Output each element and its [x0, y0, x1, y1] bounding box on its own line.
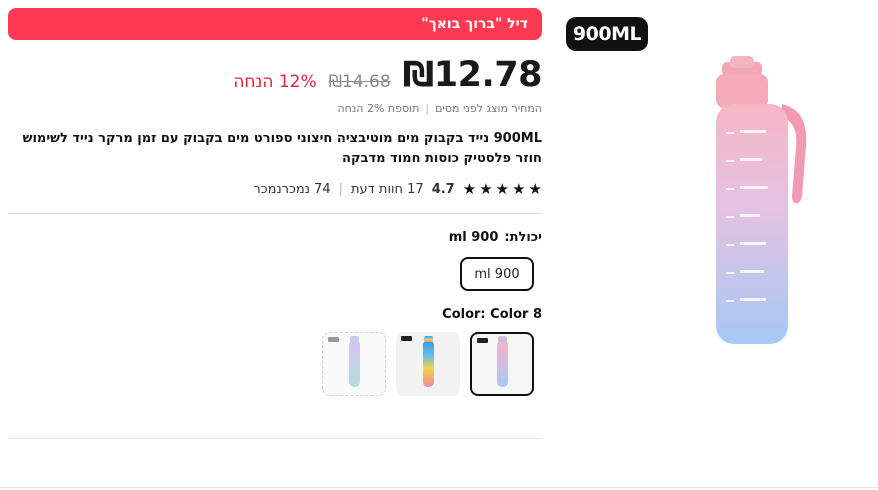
capacity-label: יכולת: 900 ml [8, 230, 542, 245]
sold-count: 74 נמכרנמכר [253, 181, 331, 197]
star-icon: ★ [495, 180, 510, 198]
swatch-tag [328, 337, 339, 342]
star-icon: ★ [512, 180, 526, 198]
swatch-tag [401, 336, 412, 341]
capacity-option-900ml[interactable]: 900 ml [460, 257, 534, 291]
deal-banner[interactable]: דיל "ברוך בואך" [8, 8, 542, 40]
color-label: Color: Color 8 [442, 307, 542, 322]
capacity-badge: 900ML [566, 17, 648, 51]
tax-note-separator: | [425, 102, 430, 115]
price-row: ₪12.78 ₪14.68 12% הנחה [8, 56, 542, 94]
swatch-bottle-image [422, 336, 434, 387]
rating-value: 4.7 [431, 181, 455, 197]
product-info-panel: דיל "ברוך בואך" ₪12.78 ₪14.68 12% הנחה ה… [8, 8, 543, 396]
swatch-bottle-image [496, 336, 508, 387]
product-title: 900ML נייד בקבוק מים מוטיבציה חיצוני ספו… [22, 131, 542, 166]
color-swatch-color-1[interactable] [322, 332, 386, 396]
swatch-bottle-image [348, 336, 360, 387]
color-swatch-color-2[interactable] [396, 332, 460, 396]
capacity-selected-value: 900 ml [448, 230, 499, 245]
divider [8, 213, 542, 214]
star-icon: ★ [528, 180, 542, 198]
color-swatch-color-8[interactable] [470, 332, 534, 396]
discount-percent: 12% הנחה [233, 72, 317, 92]
capacity-option-label: 900 ml [474, 266, 520, 282]
capacity-label-text: יכולת: [504, 230, 542, 245]
star-rating: ★ ★ ★ ★ ★ [463, 181, 542, 197]
current-price: ₪12.78 [402, 55, 543, 95]
original-price: ₪14.68 [328, 72, 391, 92]
swatch-tag [477, 338, 488, 343]
tax-note: המחיר מוצג לפני מסים | תוספת 2% הנחה [8, 102, 543, 115]
rating-row[interactable]: ★ ★ ★ ★ ★ 4.7 17 חוות דעת | 74 נמכרנמכר [8, 181, 542, 197]
divider [8, 438, 542, 439]
capacity-options: 900 ml [8, 257, 542, 291]
rating-separator: | [338, 181, 343, 197]
review-count[interactable]: 17 חוות דעת [351, 182, 424, 197]
divider [0, 487, 878, 488]
water-bottle-image [716, 56, 807, 344]
product-image-area[interactable]: 900ML [566, 16, 866, 356]
deal-label: דיל "ברוך בואך" [421, 16, 528, 32]
tax-note-text: המחיר מוצג לפני מסים [435, 102, 542, 115]
star-icon: ★ [479, 180, 493, 198]
star-half-icon: ★ [462, 180, 477, 198]
color-swatches [8, 332, 542, 396]
extra-discount-note: תוספת 2% הנחה [337, 102, 420, 115]
